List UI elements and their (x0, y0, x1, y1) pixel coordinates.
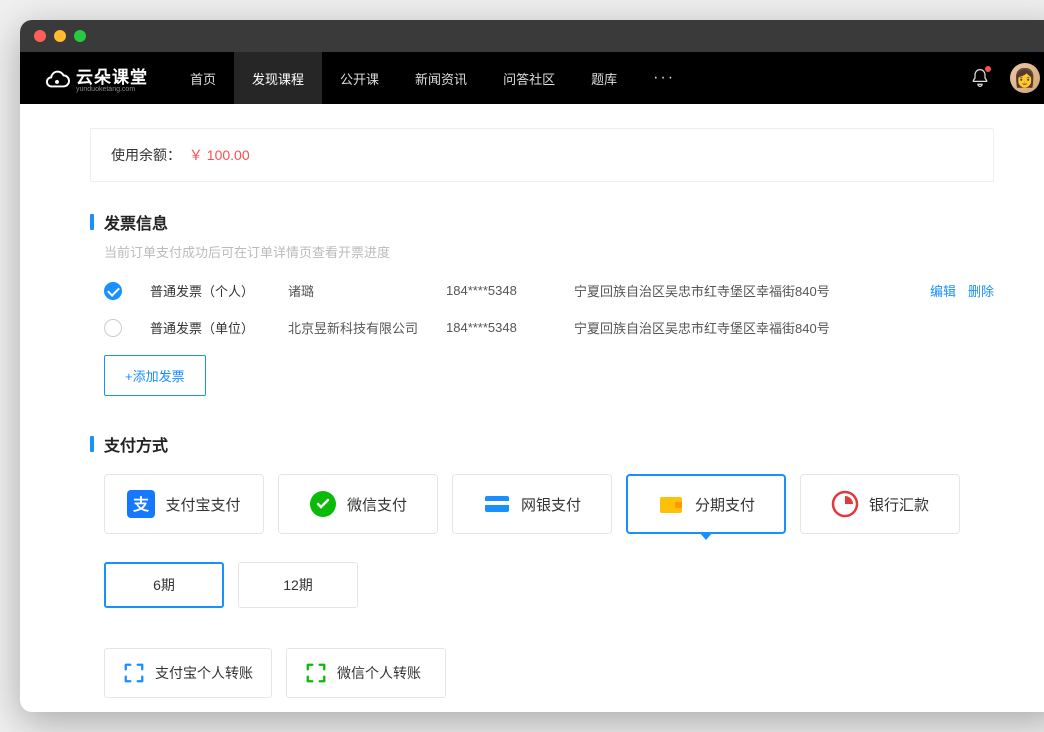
notification-bell[interactable] (970, 68, 990, 88)
transfer-label: 微信个人转账 (337, 663, 421, 683)
transfer-options: 支付宝个人转账 微信个人转账 (104, 648, 994, 698)
transfer-alipay[interactable]: 支付宝个人转账 (104, 648, 272, 698)
transfer-label: 支付宝个人转账 (155, 663, 253, 683)
topbar: 云朵课堂 yunduoketang.com 首页 发现课程 公开课 新闻资讯 问… (20, 52, 1044, 104)
balance-bar: 使用余额： ￥ 100.00 (90, 128, 994, 182)
nav-question-bank[interactable]: 题库 (573, 52, 635, 104)
invoice-address: 宁夏回族自治区吴忠市红寺堡区幸福街840号 (574, 281, 902, 300)
topbar-right: 👩 (970, 63, 1040, 93)
pay-label: 分期支付 (695, 494, 755, 515)
scan-icon (123, 662, 145, 684)
pay-option-bank[interactable]: 网银支付 (452, 474, 612, 534)
invoice-row-company[interactable]: 普通发票（单位） 北京昱新科技有限公司 184****5348 宁夏回族自治区吴… (104, 318, 994, 337)
pay-label: 支付宝支付 (165, 494, 240, 515)
installment-periods: 6期 12期 (104, 562, 994, 608)
invoice-address: 宁夏回族自治区吴忠市红寺堡区幸福街840号 (574, 318, 994, 337)
balance-value: ￥ 100.00 (189, 147, 250, 163)
remittance-icon (831, 490, 859, 518)
brand-name: 云朵课堂 (76, 63, 148, 88)
nav-news[interactable]: 新闻资讯 (397, 52, 485, 104)
pay-label: 网银支付 (521, 494, 581, 515)
window-titlebar (20, 20, 1044, 52)
period-6[interactable]: 6期 (104, 562, 224, 608)
pay-label: 微信支付 (347, 494, 407, 515)
invoice-row-personal[interactable]: 普通发票（个人） 诸璐 184****5348 宁夏回族自治区吴忠市红寺堡区幸福… (104, 281, 994, 300)
invoice-section-title: 发票信息 (90, 210, 994, 234)
period-12[interactable]: 12期 (238, 562, 358, 608)
window-min-dot[interactable] (54, 30, 66, 42)
invoice-delete-link[interactable]: 删除 (968, 281, 994, 300)
invoice-phone: 184****5348 (446, 283, 546, 298)
add-invoice-button[interactable]: +添加发票 (104, 355, 206, 396)
invoice-section-subtitle: 当前订单支付成功后可在订单详情页查看开票进度 (104, 242, 994, 261)
wallet-icon (657, 490, 685, 518)
pay-option-remit[interactable]: 银行汇款 (800, 474, 960, 534)
invoice-radio[interactable] (104, 319, 122, 337)
invoice-phone: 184****5348 (446, 320, 546, 335)
window-max-dot[interactable] (74, 30, 86, 42)
invoice-name: 诸璐 (288, 281, 418, 300)
brand-logo[interactable]: 云朵课堂 yunduoketang.com (44, 63, 148, 93)
user-avatar[interactable]: 👩 (1010, 63, 1040, 93)
pay-label: 银行汇款 (869, 494, 929, 515)
pay-option-installment[interactable]: 分期支付 (626, 474, 786, 534)
nav-qa[interactable]: 问答社区 (485, 52, 573, 104)
nav-home[interactable]: 首页 (172, 52, 234, 104)
page-content: 使用余额： ￥ 100.00 发票信息 当前订单支付成功后可在订单详情页查看开票… (20, 104, 1044, 712)
invoice-name: 北京昱新科技有限公司 (288, 318, 418, 337)
main-nav: 首页 发现课程 公开课 新闻资讯 问答社区 题库 ··· (172, 52, 693, 104)
payment-section-title: 支付方式 (90, 432, 994, 456)
pay-option-alipay[interactable]: 支 支付宝支付 (104, 474, 264, 534)
window-close-dot[interactable] (34, 30, 46, 42)
wechat-icon (309, 490, 337, 518)
invoice-radio-selected[interactable] (104, 282, 122, 300)
nav-more[interactable]: ··· (635, 52, 693, 104)
svg-text:支: 支 (132, 495, 150, 514)
alipay-icon: 支 (127, 490, 155, 518)
balance-label: 使用余额： (111, 147, 181, 163)
pay-option-wechat[interactable]: 微信支付 (278, 474, 438, 534)
transfer-wechat[interactable]: 微信个人转账 (286, 648, 446, 698)
notification-dot (985, 66, 991, 72)
bank-card-icon (483, 490, 511, 518)
scan-icon (305, 662, 327, 684)
nav-open-class[interactable]: 公开课 (322, 52, 397, 104)
app-window: 云朵课堂 yunduoketang.com 首页 发现课程 公开课 新闻资讯 问… (20, 20, 1044, 712)
cloud-icon (44, 65, 70, 91)
invoice-type: 普通发票（个人） (150, 281, 260, 300)
invoice-edit-link[interactable]: 编辑 (930, 281, 956, 300)
nav-discover[interactable]: 发现课程 (234, 52, 322, 104)
invoice-actions: 编辑 删除 (930, 281, 994, 300)
payment-options-grid: 支 支付宝支付 微信支付 网银支付 分期支付 银行汇款 (104, 474, 994, 534)
invoice-type: 普通发票（单位） (150, 318, 260, 337)
